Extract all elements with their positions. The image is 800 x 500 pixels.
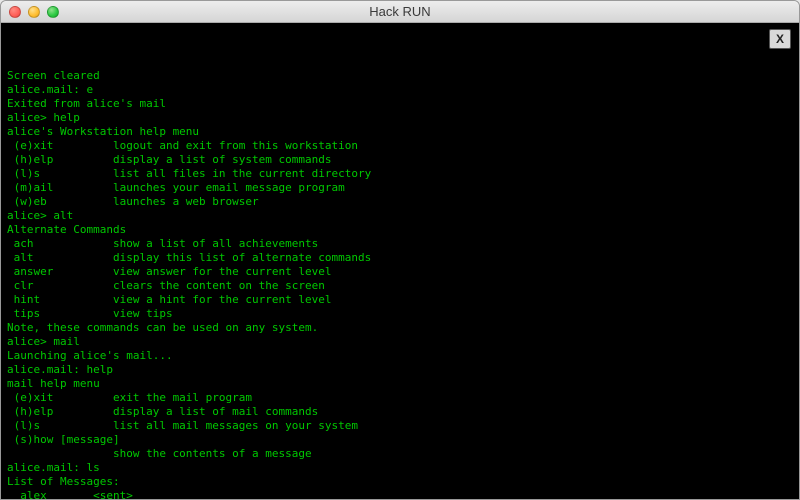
terminal-line: hint view a hint for the current level [7, 293, 793, 307]
terminal-line: (e)xit logout and exit from this worksta… [7, 139, 793, 153]
terminal-line: (w)eb launches a web browser [7, 195, 793, 209]
terminal-line: (h)elp display a list of mail commands [7, 405, 793, 419]
terminal-line: alice's Workstation help menu [7, 125, 793, 139]
terminal-view[interactable]: X Screen clearedalice.mail: eExited from… [1, 23, 799, 499]
titlebar[interactable]: Hack RUN [1, 1, 799, 23]
terminal-line: answer view answer for the current level [7, 265, 793, 279]
zoom-traffic-icon[interactable] [47, 6, 59, 18]
quit-button-label: X [776, 32, 784, 46]
terminal-line: (s)how [message] [7, 433, 793, 447]
terminal-line: (h)elp display a list of system commands [7, 153, 793, 167]
terminal-line: (l)s list all files in the current direc… [7, 167, 793, 181]
close-traffic-icon[interactable] [9, 6, 21, 18]
traffic-lights [9, 6, 59, 18]
terminal-line: (l)s list all mail messages on your syst… [7, 419, 793, 433]
terminal-line: show the contents of a message [7, 447, 793, 461]
terminal-line: alex <sent> [7, 489, 793, 499]
terminal-line: alice> help [7, 111, 793, 125]
terminal-line: mail help menu [7, 377, 793, 391]
terminal-line: ach show a list of all achievements [7, 237, 793, 251]
terminal-line: Alternate Commands [7, 223, 793, 237]
terminal-line: Note, these commands can be used on any … [7, 321, 793, 335]
terminal-line: (e)xit exit the mail program [7, 391, 793, 405]
window-title: Hack RUN [1, 4, 799, 19]
terminal-line: alice.mail: e [7, 83, 793, 97]
terminal-line: tips view tips [7, 307, 793, 321]
terminal-line: Screen cleared [7, 69, 793, 83]
terminal-line: alice> alt [7, 209, 793, 223]
terminal-line: Launching alice's mail... [7, 349, 793, 363]
terminal-line: clr clears the content on the screen [7, 279, 793, 293]
minimize-traffic-icon[interactable] [28, 6, 40, 18]
terminal-output: Screen clearedalice.mail: eExited from a… [7, 69, 793, 499]
terminal-line: Exited from alice's mail [7, 97, 793, 111]
terminal-line: alice.mail: ls [7, 461, 793, 475]
terminal-line: alt display this list of alternate comma… [7, 251, 793, 265]
app-window: Hack RUN X Screen clearedalice.mail: eEx… [0, 0, 800, 500]
terminal-line: alice.mail: help [7, 363, 793, 377]
terminal-line: (m)ail launches your email message progr… [7, 181, 793, 195]
terminal-line: alice> mail [7, 335, 793, 349]
quit-button[interactable]: X [769, 29, 791, 49]
terminal-line: List of Messages: [7, 475, 793, 489]
